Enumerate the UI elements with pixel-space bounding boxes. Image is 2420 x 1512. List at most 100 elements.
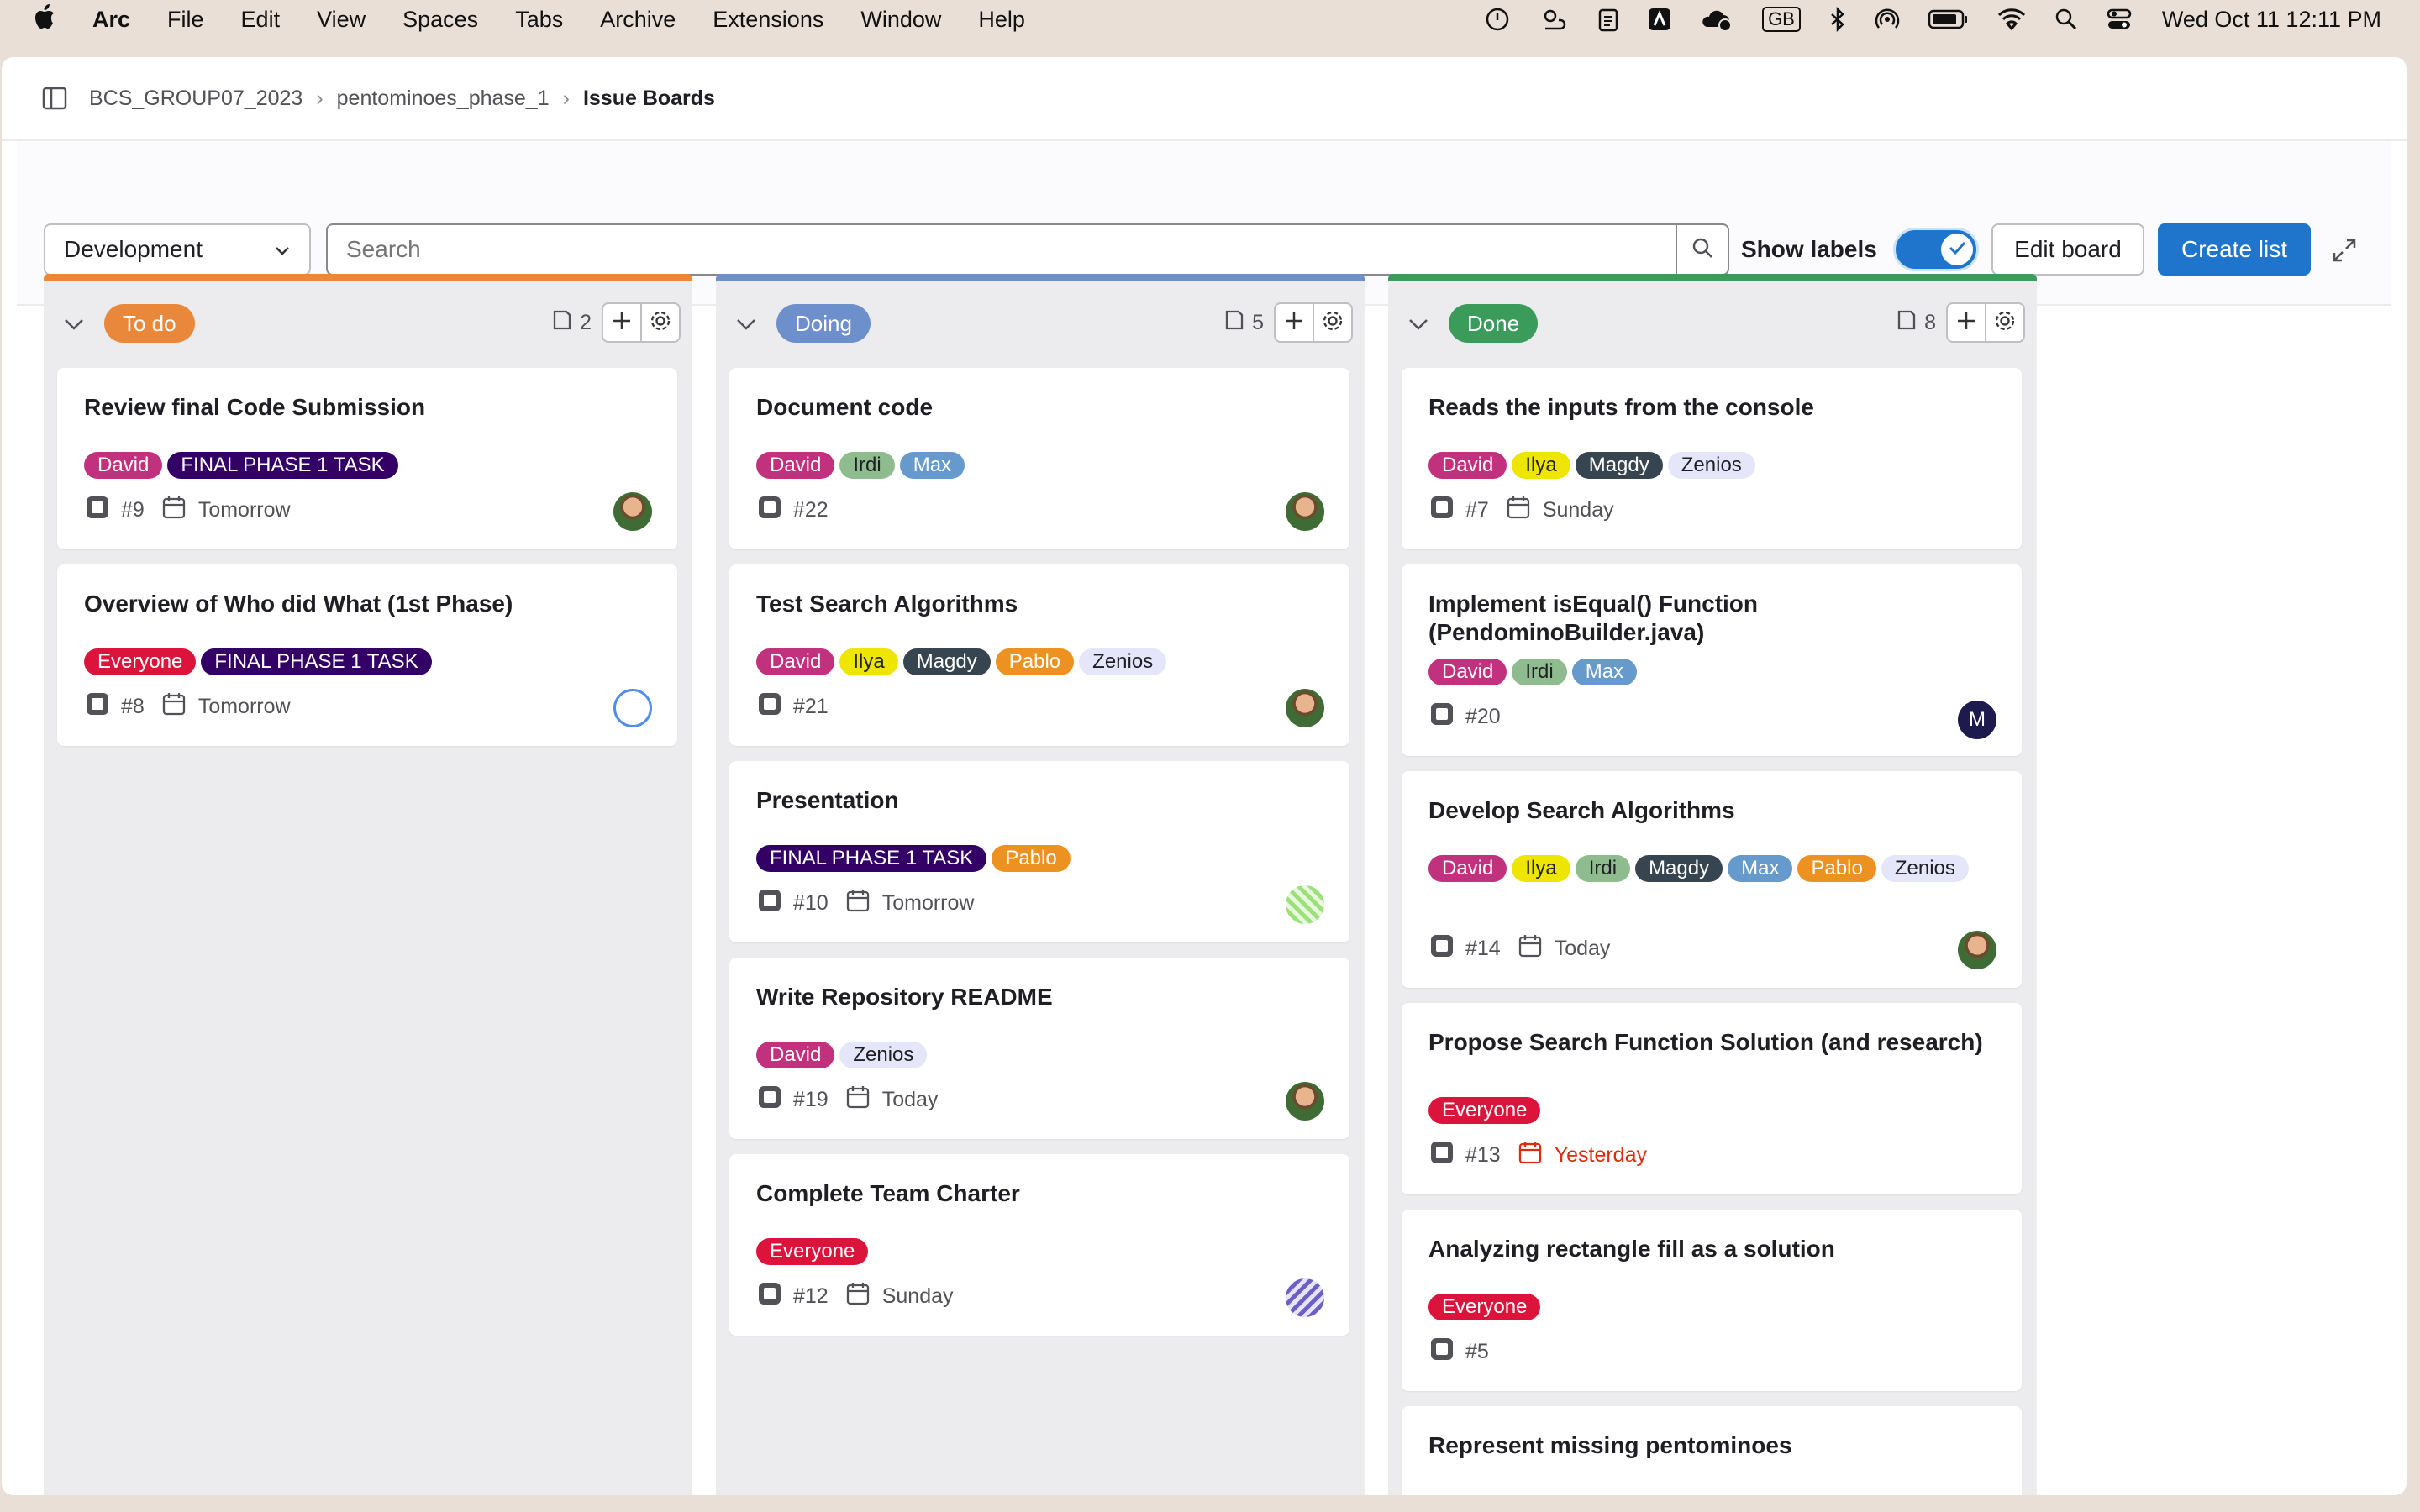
breadcrumb-project[interactable]: pentominoes_phase_1 <box>337 87 550 111</box>
issue-card[interactable]: Develop Search Algorithms David Ilya Ird… <box>1402 771 2022 988</box>
issue-card[interactable]: Presentation FINAL PHASE 1 TASK Pablo #1… <box>729 761 1349 942</box>
assignee-avatar[interactable] <box>1286 492 1324 531</box>
assignee-avatar[interactable] <box>1286 1278 1324 1317</box>
board-selector[interactable]: Development <box>44 223 311 276</box>
issue-card[interactable]: Represent missing pentominoes <box>1402 1406 2022 1495</box>
label-badge[interactable]: Magdy <box>902 648 991 675</box>
issue-title[interactable]: Presentation <box>756 786 1311 815</box>
label-badge[interactable]: Max <box>899 452 965 479</box>
label-badge[interactable]: Ilya <box>1512 855 1570 882</box>
assignee-avatar[interactable] <box>613 492 652 531</box>
new-issue-button[interactable] <box>1946 302 1986 343</box>
label-badge[interactable]: Zenios <box>1881 855 1969 882</box>
label-badge[interactable]: Everyone <box>1428 1294 1541 1320</box>
issue-card[interactable]: Implement isEqual() Function (PendominoB… <box>1402 564 2022 756</box>
issue-title[interactable]: Overview of Who did What (1st Phase) <box>84 590 639 618</box>
label-badge[interactable]: David <box>1428 855 1507 882</box>
menu-window[interactable]: Window <box>860 7 941 33</box>
label-badge[interactable]: Pablo <box>995 648 1075 675</box>
issue-title[interactable]: Analyzing rectangle fill as a solution <box>1428 1235 1983 1263</box>
issue-card[interactable]: Complete Team Charter Everyone #12 Sunda… <box>729 1154 1349 1336</box>
assignee-avatar[interactable] <box>1286 885 1324 924</box>
menu-edit[interactable]: Edit <box>241 7 281 33</box>
label-badge[interactable]: Max <box>1571 659 1638 685</box>
issue-card[interactable]: Reads the inputs from the console David … <box>1402 368 2022 549</box>
label-badge[interactable]: FINAL PHASE 1 TASK <box>756 845 987 872</box>
list-title-badge[interactable]: Doing <box>776 304 871 343</box>
label-badge[interactable]: FINAL PHASE 1 TASK <box>201 648 432 675</box>
label-badge[interactable]: David <box>1428 659 1507 685</box>
menu-file[interactable]: File <box>167 7 204 33</box>
menu-spaces[interactable]: Spaces <box>402 7 478 33</box>
breadcrumb-group[interactable]: BCS_GROUP07_2023 <box>89 87 302 111</box>
collapse-chevron-icon[interactable] <box>60 311 87 338</box>
new-issue-button[interactable] <box>602 302 642 343</box>
label-badge[interactable]: Zenios <box>1079 648 1167 675</box>
label-badge[interactable]: Pablo <box>992 845 1071 872</box>
menu-clock[interactable]: Wed Oct 11 12:11 PM <box>2162 7 2381 33</box>
issue-title[interactable]: Represent missing pentominoes <box>1428 1431 1983 1460</box>
menu-help[interactable]: Help <box>978 7 1025 33</box>
label-badge[interactable]: Zenios <box>839 1042 928 1068</box>
label-badge[interactable]: Irdi <box>839 452 895 479</box>
issue-title[interactable]: Review final Code Submission <box>84 393 639 422</box>
show-labels-toggle[interactable] <box>1896 230 1976 269</box>
menu-archive[interactable]: Archive <box>600 7 676 33</box>
label-badge[interactable]: Ilya <box>839 648 898 675</box>
airdrop-icon[interactable] <box>1875 7 1900 32</box>
expand-icon[interactable] <box>2328 234 2361 267</box>
label-badge[interactable]: Magdy <box>1575 452 1663 479</box>
assignee-avatar[interactable]: M <box>1958 701 1996 739</box>
breadcrumb-current-page[interactable]: Issue Boards <box>583 87 715 111</box>
battery-icon[interactable] <box>1928 8 1969 30</box>
assignee-avatar[interactable] <box>1958 931 1996 969</box>
sidebar-toggle-icon[interactable] <box>42 87 67 110</box>
list-settings-button[interactable] <box>1313 302 1353 343</box>
issue-title[interactable]: Implement isEqual() Function (PendominoB… <box>1428 590 1983 647</box>
issue-card[interactable]: Propose Search Function Solution (and re… <box>1402 1003 2022 1194</box>
label-badge[interactable]: Max <box>1728 855 1793 882</box>
list-title-badge[interactable]: To do <box>104 304 195 343</box>
issue-title[interactable]: Document code <box>756 393 1311 422</box>
label-badge[interactable]: FINAL PHASE 1 TASK <box>167 452 398 479</box>
issue-card[interactable]: Overview of Who did What (1st Phase) Eve… <box>57 564 677 746</box>
label-badge[interactable]: David <box>756 1042 835 1068</box>
label-badge[interactable]: David <box>84 452 163 479</box>
assignee-avatar[interactable] <box>1286 1082 1324 1121</box>
issue-card[interactable]: Review final Code Submission David FINAL… <box>57 368 677 549</box>
text-app-icon[interactable] <box>1648 8 1671 31</box>
spotlight-search-icon[interactable] <box>2054 8 2078 31</box>
issue-title[interactable]: Test Search Algorithms <box>756 590 1311 618</box>
issue-title[interactable]: Complete Team Charter <box>756 1179 1311 1208</box>
issue-title[interactable]: Propose Search Function Solution (and re… <box>1428 1028 1983 1057</box>
label-badge[interactable]: Everyone <box>756 1238 869 1265</box>
issue-title[interactable]: Develop Search Algorithms <box>1428 796 1983 825</box>
bluetooth-icon[interactable] <box>1829 7 1846 32</box>
label-badge[interactable]: Ilya <box>1512 452 1570 479</box>
issue-title[interactable]: Write Repository README <box>756 983 1311 1011</box>
power-status-icon[interactable] <box>1485 7 1510 32</box>
search-button[interactable] <box>1676 223 1729 276</box>
apple-menu-icon[interactable] <box>34 3 55 35</box>
assignee-avatar[interactable] <box>613 689 652 727</box>
menu-view[interactable]: View <box>317 7 366 33</box>
new-issue-button[interactable] <box>1274 302 1314 343</box>
cloud-sync-icon[interactable] <box>1700 7 1733 32</box>
menu-extensions[interactable]: Extensions <box>713 7 823 33</box>
issue-card[interactable]: Document code David Irdi Max #22 <box>729 368 1349 549</box>
list-settings-button[interactable] <box>1985 302 2025 343</box>
list-settings-button[interactable] <box>640 302 681 343</box>
weather-icon[interactable] <box>1539 7 1569 32</box>
control-center-icon[interactable] <box>2107 8 2132 31</box>
issue-card[interactable]: Analyzing rectangle fill as a solution E… <box>1402 1210 2022 1391</box>
search-input[interactable] <box>326 223 1677 276</box>
input-source-icon[interactable]: GB <box>1762 7 1801 32</box>
label-badge[interactable]: Everyone <box>84 648 197 675</box>
clipboard-icon[interactable] <box>1597 7 1619 32</box>
label-badge[interactable]: David <box>1428 452 1507 479</box>
issue-title[interactable]: Reads the inputs from the console <box>1428 393 1983 422</box>
issue-card[interactable]: Write Repository README David Zenios #19… <box>729 958 1349 1139</box>
label-badge[interactable]: Zenios <box>1667 452 1755 479</box>
collapse-chevron-icon[interactable] <box>733 311 760 338</box>
wifi-icon[interactable] <box>1997 8 2026 31</box>
